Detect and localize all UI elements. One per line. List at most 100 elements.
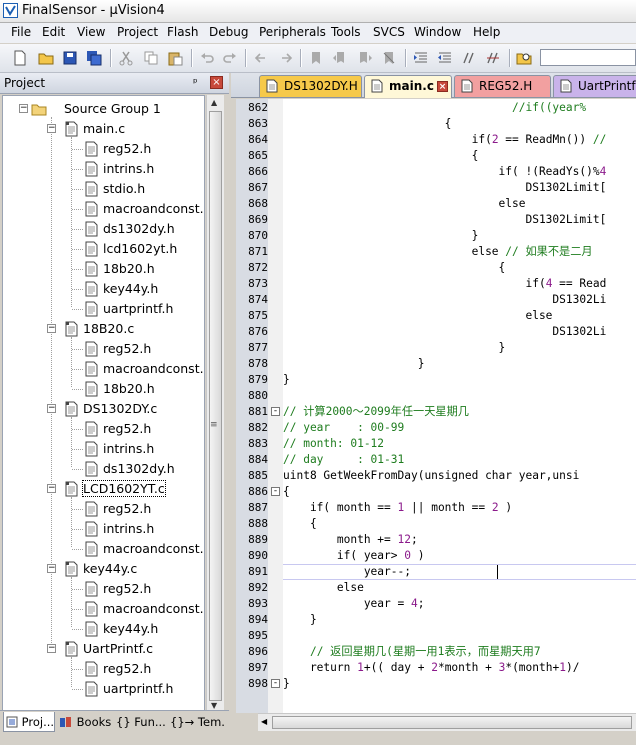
tab-books[interactable]: Books (57, 712, 112, 732)
code-line[interactable]: if( !(ReadYs()%4 (283, 164, 607, 180)
code-line[interactable]: { (283, 260, 506, 276)
code-line[interactable]: } (283, 356, 425, 372)
unindent-icon[interactable] (437, 50, 453, 66)
find-in-files-icon[interactable] (516, 50, 532, 66)
code-line[interactable]: year = 4; (283, 596, 425, 612)
collapse-toggle-icon[interactable]: − (47, 564, 56, 573)
code-line[interactable]: return 1+(( day + 2*month + 3*(month+1)/ (283, 660, 580, 676)
scroll-up-arrow-icon[interactable]: ▲ (211, 98, 217, 107)
close-tab-icon[interactable]: × (437, 81, 448, 92)
code-line[interactable]: if(4 == Read (283, 276, 606, 292)
tab-functions[interactable]: {} Fun... (114, 712, 166, 732)
tab-project[interactable]: Proj... (3, 712, 55, 732)
code-line[interactable]: if(2 == ReadMn()) // (283, 132, 607, 148)
save-icon[interactable] (62, 50, 78, 66)
code-line[interactable]: } (283, 676, 290, 692)
editor-horizontal-scrollbar[interactable]: ◀ (258, 713, 636, 731)
menu-tools[interactable]: Tools (329, 25, 363, 39)
find-combobox[interactable] (540, 49, 636, 66)
open-folder-icon[interactable] (38, 50, 54, 66)
collapse-toggle-icon[interactable]: − (47, 484, 56, 493)
code-line[interactable]: else // 如果不是二月 (283, 244, 593, 260)
menu-flash[interactable]: Flash (165, 25, 200, 39)
nav-back-icon[interactable] (253, 50, 269, 66)
line-number: 882 (248, 421, 268, 434)
code-line[interactable]: } (283, 340, 506, 356)
editor-tab-ds1302dy-h[interactable]: DS1302DY.H (259, 75, 362, 97)
code-line[interactable]: } (283, 612, 317, 628)
menu-view[interactable]: View (75, 25, 107, 39)
tab-templates[interactable]: {}→ Tem... (168, 712, 226, 732)
next-bookmark-icon[interactable] (357, 50, 373, 66)
editor-tab-main-c[interactable]: main.c × (364, 75, 452, 98)
editor-tab-reg52-h[interactable]: REG52.H (454, 75, 551, 97)
tree-connector-line (72, 309, 83, 310)
code-line[interactable]: uint8 GetWeekFromDay(unsigned char year,… (283, 468, 579, 484)
code-line[interactable]: { (283, 116, 452, 132)
collapse-toggle-icon[interactable]: − (47, 404, 56, 413)
code-line[interactable]: DS1302Limit[ (283, 212, 606, 228)
bookmark-icon[interactable] (308, 50, 324, 66)
code-line[interactable]: // day : 01-31 (283, 452, 404, 468)
code-line[interactable]: if( month == 1 || month == 2 ) (283, 500, 512, 516)
code-line[interactable]: month += 12; (283, 532, 418, 548)
code-line[interactable]: else (283, 580, 364, 596)
clear-bookmarks-icon[interactable] (381, 50, 397, 66)
uncomment-icon[interactable] (485, 50, 501, 66)
tree-vertical-scrollbar[interactable]: ▲ ≡ ▼ (206, 95, 224, 715)
menu-file[interactable]: File (9, 25, 33, 39)
code-line[interactable]: // 返回星期几(星期一用1表示，而星期天用7 (283, 644, 541, 660)
code-line[interactable]: DS1302Li (283, 324, 606, 340)
code-line[interactable]: // 计算2000～2099年任一天星期几 (283, 404, 469, 420)
code-line[interactable]: else (283, 196, 526, 212)
menu-debug[interactable]: Debug (207, 25, 250, 39)
pin-icon[interactable]: ᵖ (193, 76, 198, 89)
code-line[interactable]: } (283, 228, 479, 244)
code-line[interactable]: else (283, 308, 552, 324)
scroll-left-arrow-icon[interactable]: ◀ (261, 717, 267, 726)
tree-header-label: reg52.h (103, 501, 152, 516)
collapse-toggle-icon[interactable]: − (47, 124, 56, 133)
code-line[interactable]: { (283, 484, 290, 500)
menu-svcs[interactable]: SVCS (371, 25, 407, 39)
menu-peripherals[interactable]: Peripherals (257, 25, 328, 39)
code-line[interactable]: year--; (283, 564, 411, 580)
editor-tab-uartprintf-c[interactable]: UartPrintf.c (553, 75, 636, 97)
new-file-icon[interactable] (12, 50, 28, 66)
menu-window[interactable]: Window (412, 25, 463, 39)
copy-icon[interactable] (143, 50, 159, 66)
nav-forward-icon[interactable] (278, 50, 294, 66)
close-icon[interactable]: × (210, 76, 223, 89)
code-line[interactable]: DS1302Limit[ (283, 180, 606, 196)
menu-edit[interactable]: Edit (40, 25, 67, 39)
code-line[interactable]: //if((year% (283, 100, 586, 116)
code-line[interactable]: DS1302Li (283, 292, 606, 308)
save-all-icon[interactable] (86, 50, 102, 66)
code-line[interactable]: // year : 00-99 (283, 420, 404, 436)
cut-icon[interactable] (118, 50, 134, 66)
code-line[interactable]: if( year> 0 ) (283, 548, 425, 564)
code-view[interactable]: //if((year% { if(2 == ReadMn()) // { if(… (283, 99, 636, 713)
collapse-toggle-icon[interactable]: − (47, 644, 56, 653)
redo-icon[interactable] (222, 50, 238, 66)
collapse-toggle-icon[interactable]: − (19, 104, 28, 113)
line-number: 897 (248, 661, 268, 674)
scroll-down-arrow-icon[interactable]: ▼ (211, 701, 217, 710)
scrollbar-thumb[interactable] (272, 716, 632, 729)
indent-icon[interactable] (413, 50, 429, 66)
menu-project[interactable]: Project (115, 25, 160, 39)
menu-help[interactable]: Help (471, 25, 502, 39)
code-line[interactable]: } (283, 372, 290, 388)
fold-toggle-icon[interactable]: - (271, 407, 280, 416)
undo-icon[interactable] (199, 50, 215, 66)
fold-toggle-icon[interactable]: - (271, 679, 280, 688)
scrollbar-thumb[interactable] (209, 111, 222, 701)
code-line[interactable]: // month: 01-12 (283, 436, 384, 452)
prev-bookmark-icon[interactable] (332, 50, 348, 66)
collapse-toggle-icon[interactable]: − (47, 324, 56, 333)
fold-toggle-icon[interactable]: - (271, 487, 280, 496)
code-line[interactable]: { (283, 148, 479, 164)
comment-icon[interactable] (461, 50, 477, 66)
paste-icon[interactable] (167, 50, 183, 66)
code-line[interactable]: { (283, 516, 317, 532)
